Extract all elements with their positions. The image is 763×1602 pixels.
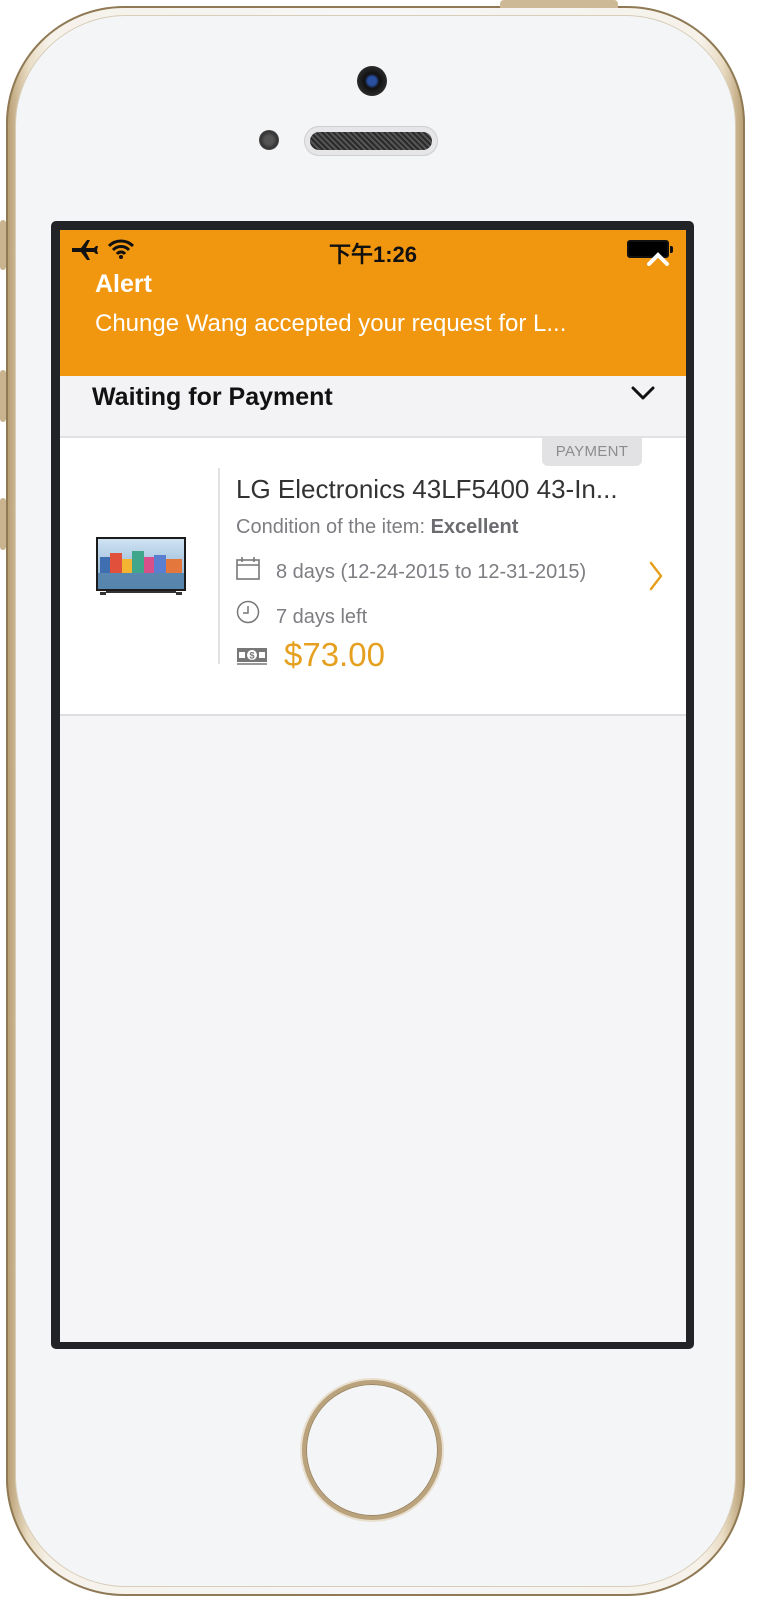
status-bar: 下午1:26: [60, 230, 686, 268]
front-camera: [357, 66, 387, 96]
calendar-icon: [236, 557, 260, 580]
svg-text:$: $: [249, 651, 254, 661]
time-left: 7 days left: [276, 606, 368, 628]
item-condition: Condition of the item: Excellent: [236, 516, 518, 539]
alert-message: Chunge Wang accepted your request for L.…: [95, 310, 567, 337]
alert-banner[interactable]: 下午1:26 Alert Chunge Wang accepted your r…: [60, 230, 686, 376]
home-button[interactable]: [306, 1384, 438, 1516]
rental-price: $73.00: [284, 636, 385, 673]
status-badge: PAYMENT: [542, 438, 642, 466]
section-title: Waiting for Payment: [92, 383, 333, 411]
rental-list-item[interactable]: PAYMENT LG Electronics 43LF5400 43-In...…: [60, 438, 686, 716]
volume-down-button: [0, 498, 6, 550]
empty-list-area: [60, 716, 686, 1342]
volume-up-button: [0, 370, 6, 422]
money-icon: $: [237, 648, 267, 665]
mute-switch: [0, 220, 6, 270]
alert-title: Alert: [95, 270, 152, 298]
condition-value: Excellent: [430, 516, 519, 538]
rental-dates: 8 days (12-24-2015 to 12-31-2015): [276, 561, 587, 583]
status-time: 下午1:26: [328, 242, 418, 267]
chevron-up-icon[interactable]: [646, 250, 670, 268]
item-title: LG Electronics 43LF5400 43-In...: [236, 474, 618, 504]
tv-thumbnail-image: [96, 537, 186, 595]
proximity-sensor: [259, 130, 279, 150]
item-divider: [218, 468, 220, 664]
app-screen: 下午1:26 Alert Chunge Wang accepted your r…: [60, 230, 686, 1342]
condition-label: Condition of the item:: [236, 516, 431, 538]
earpiece-speaker: [304, 126, 438, 156]
chevron-down-icon[interactable]: [630, 384, 656, 402]
chevron-right-icon[interactable]: [648, 560, 664, 592]
power-button: [500, 0, 618, 8]
section-header-waiting-for-payment[interactable]: Waiting for Payment: [60, 376, 686, 438]
clock-icon: [236, 600, 260, 624]
